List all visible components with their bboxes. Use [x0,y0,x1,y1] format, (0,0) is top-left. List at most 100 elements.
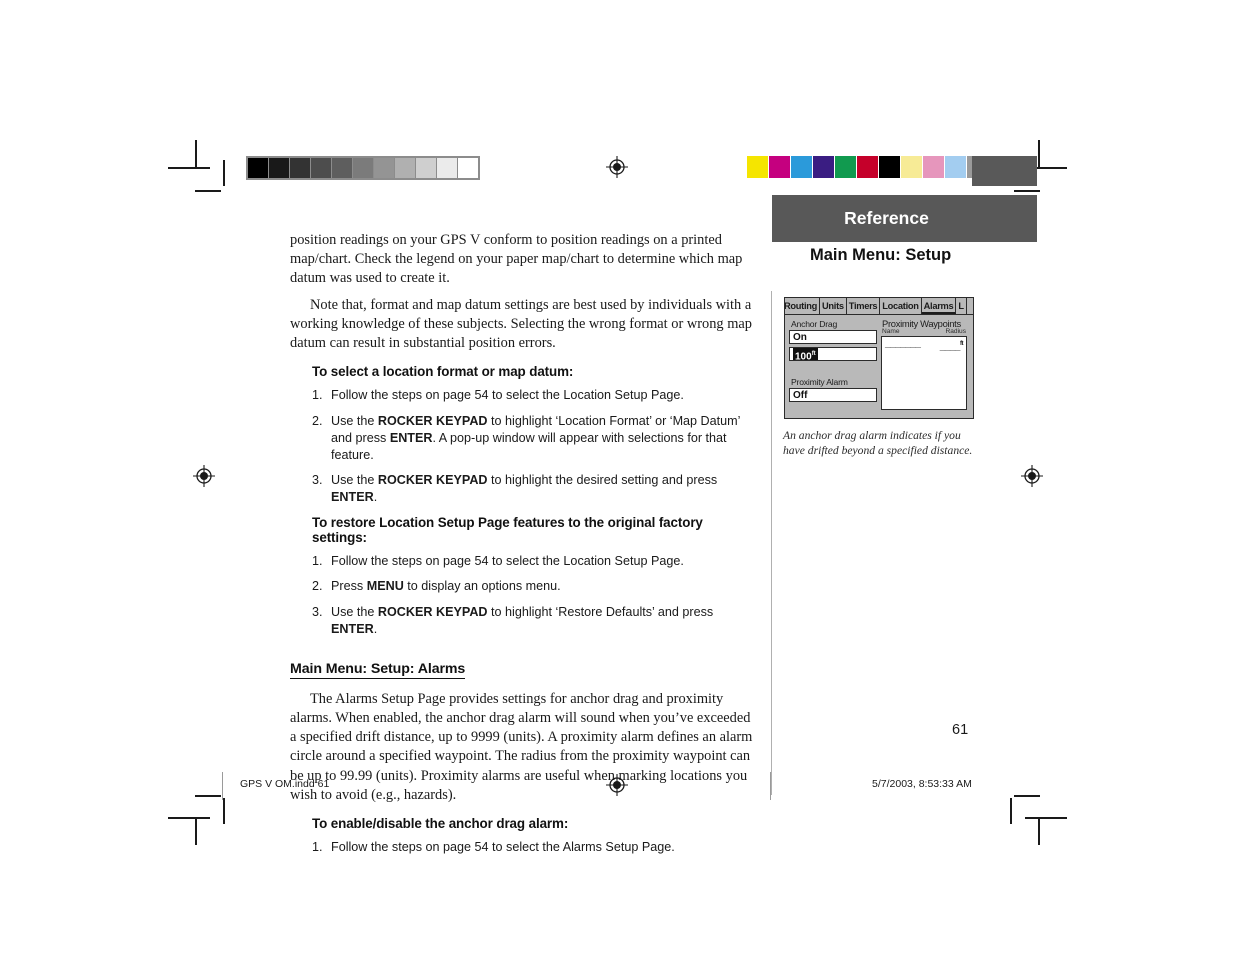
bleed-mark-top-left-horizontal [195,190,221,192]
running-head-band: Reference [772,195,1037,242]
color-swatch-2 [791,156,812,178]
grayscale-swatch-8 [416,158,436,178]
step-item: 3. Use the ROCKER KEYPAD to highlight ‘Re… [312,604,755,637]
bleed-mark-top-right-horizontal [1014,190,1040,192]
heading-select-location-format: To select a location format or map datum… [312,364,574,380]
header-dark-block-right [972,156,1037,186]
gps-left-pane: Anchor Drag On 100ft Proximity Alarm Off [789,318,877,418]
bleed-mark-bottom-right-vertical [1010,798,1012,824]
step-number: 2. [312,414,323,429]
gps-tab-l[interactable]: L [956,298,967,314]
step-item: 1. Follow the steps on page 54 to select … [312,553,755,570]
proximity-alarm-state-field[interactable]: Off [789,388,877,402]
crop-mark-bottom-right-horizontal [1025,817,1067,819]
grayscale-swatch-10 [458,158,478,178]
step-number: 3. [312,605,323,620]
color-swatch-8 [923,156,944,178]
color-swatch-1 [769,156,790,178]
running-head-label: Reference [844,208,929,228]
step-item: 2. Press MENU to display an options menu. [312,578,755,595]
anchor-drag-distance-field[interactable]: 100ft [789,347,877,361]
page-number: 61 [952,722,969,738]
grayscale-calibration-strip [246,156,480,180]
color-swatch-0 [747,156,768,178]
color-calibration-strip [747,156,988,178]
step-number: 1. [312,388,323,403]
anchor-drag-distance-unit: ft [811,351,816,357]
color-swatch-3 [813,156,834,178]
crop-mark-bottom-right-vertical [1038,817,1040,845]
registration-mark-right-middle [1021,465,1043,487]
grayscale-swatch-6 [374,158,394,178]
grayscale-swatch-9 [437,158,457,178]
step-text: Follow the steps on page 54 to select th… [331,553,684,568]
proximity-col-radius: Radius [945,328,966,335]
footer-divider-right [770,772,771,800]
color-swatch-9 [945,156,966,178]
figure-caption: An anchor drag alarm indicates if you ha… [783,429,973,458]
crop-mark-bottom-left-vertical [195,817,197,845]
step-text: Press MENU to display an options menu. [331,579,561,594]
step-number: 1. [312,839,323,854]
heading-restore-defaults: To restore Location Setup Page features … [312,514,703,545]
bleed-mark-top-left-vertical [223,160,225,186]
crop-mark-bottom-left-horizontal [168,817,210,819]
gps-right-pane: Proximity Waypoints Name Radius _______ _… [881,318,967,418]
proximity-waypoint-radius: ____ft [939,341,964,353]
grayscale-swatch-2 [290,158,310,178]
gps-tab-routing[interactable]: Routing [785,298,821,314]
step-text: Use the ROCKER KEYPAD to highlight the d… [331,473,718,504]
grayscale-swatch-7 [395,158,415,178]
gps-tab-location[interactable]: Location [880,298,922,314]
grayscale-swatch-3 [311,158,331,178]
proximity-alarm-label: Proximity Alarm [791,377,848,387]
proximity-waypoints-list[interactable]: _______ ____ft [881,336,967,410]
proximity-col-name: Name [882,328,900,335]
step-item: 1. Follow the steps on page 54 to select … [312,387,755,404]
step-text: Use the ROCKER KEYPAD to highlight ‘Rest… [331,605,714,636]
crop-mark-top-right-vertical [1038,140,1040,168]
grayscale-swatch-0 [248,158,268,178]
color-swatch-6 [879,156,900,178]
paragraph-alarms-overview: The Alarms Setup Page provides settings … [290,690,753,803]
footer-timestamp: 5/7/2003, 8:53:33 AM [872,778,972,790]
step-number: 1. [312,553,323,568]
crop-mark-top-left-horizontal [168,167,210,169]
anchor-drag-label: Anchor Drag [791,319,838,329]
steps-list-anchor-drag: 1. Follow the steps on page 54 to select … [312,839,755,856]
grayscale-swatch-5 [353,158,373,178]
gps-tab-bar[interactable]: Routing Units Timers Location Alarms L [785,298,973,315]
gps-tab-timers[interactable]: Timers [847,298,881,314]
color-swatch-5 [857,156,878,178]
gps-left-spacer [789,364,877,376]
bleed-mark-bottom-left-vertical [223,798,225,824]
proximity-waypoint-row[interactable]: _______ ____ft [885,338,964,353]
footer-file-label: GPS V OM.indd 61 [240,778,330,790]
step-text: Follow the steps on page 54 to select th… [331,839,675,854]
registration-mark-left-middle [193,465,215,487]
steps-list-restore-defaults: 1. Follow the steps on page 54 to select … [312,553,755,638]
step-number: 2. [312,579,323,594]
gps-screen-body: Anchor Drag On 100ft Proximity Alarm Off… [785,315,973,418]
grayscale-swatch-1 [269,158,289,178]
section-heading-alarms: Main Menu: Setup: Alarms [290,660,466,679]
gps-tab-alarms[interactable]: Alarms [921,298,957,314]
proximity-waypoint-name: _______ [885,338,921,349]
color-swatch-4 [835,156,856,178]
paragraph-map-datum-note: Note that, format and map datum settings… [290,296,752,352]
registration-mark-top-center [606,156,628,178]
paragraph-continuation: position readings on your GPS V conform … [290,232,743,287]
gps-tab-units[interactable]: Units [820,298,847,314]
sidebar-subheading: Main Menu: Setup [810,246,952,264]
crop-mark-top-left-vertical [195,140,197,168]
bleed-mark-bottom-right-horizontal [1014,795,1040,797]
column-divider-rule [771,291,772,795]
step-text: Follow the steps on page 54 to select th… [331,388,684,403]
anchor-drag-state-field[interactable]: On [789,330,877,344]
anchor-drag-distance-highlight: 100ft [793,348,818,361]
step-item: 1. Follow the steps on page 54 to select … [312,839,755,856]
anchor-drag-distance-value: 100 [795,351,812,361]
section-heading-wrapper: Main Menu: Setup: Alarms [290,647,755,684]
step-text: Use the ROCKER KEYPAD to highlight ‘Loca… [331,414,740,462]
steps-list-select-format: 1. Follow the steps on page 54 to select … [312,387,755,505]
